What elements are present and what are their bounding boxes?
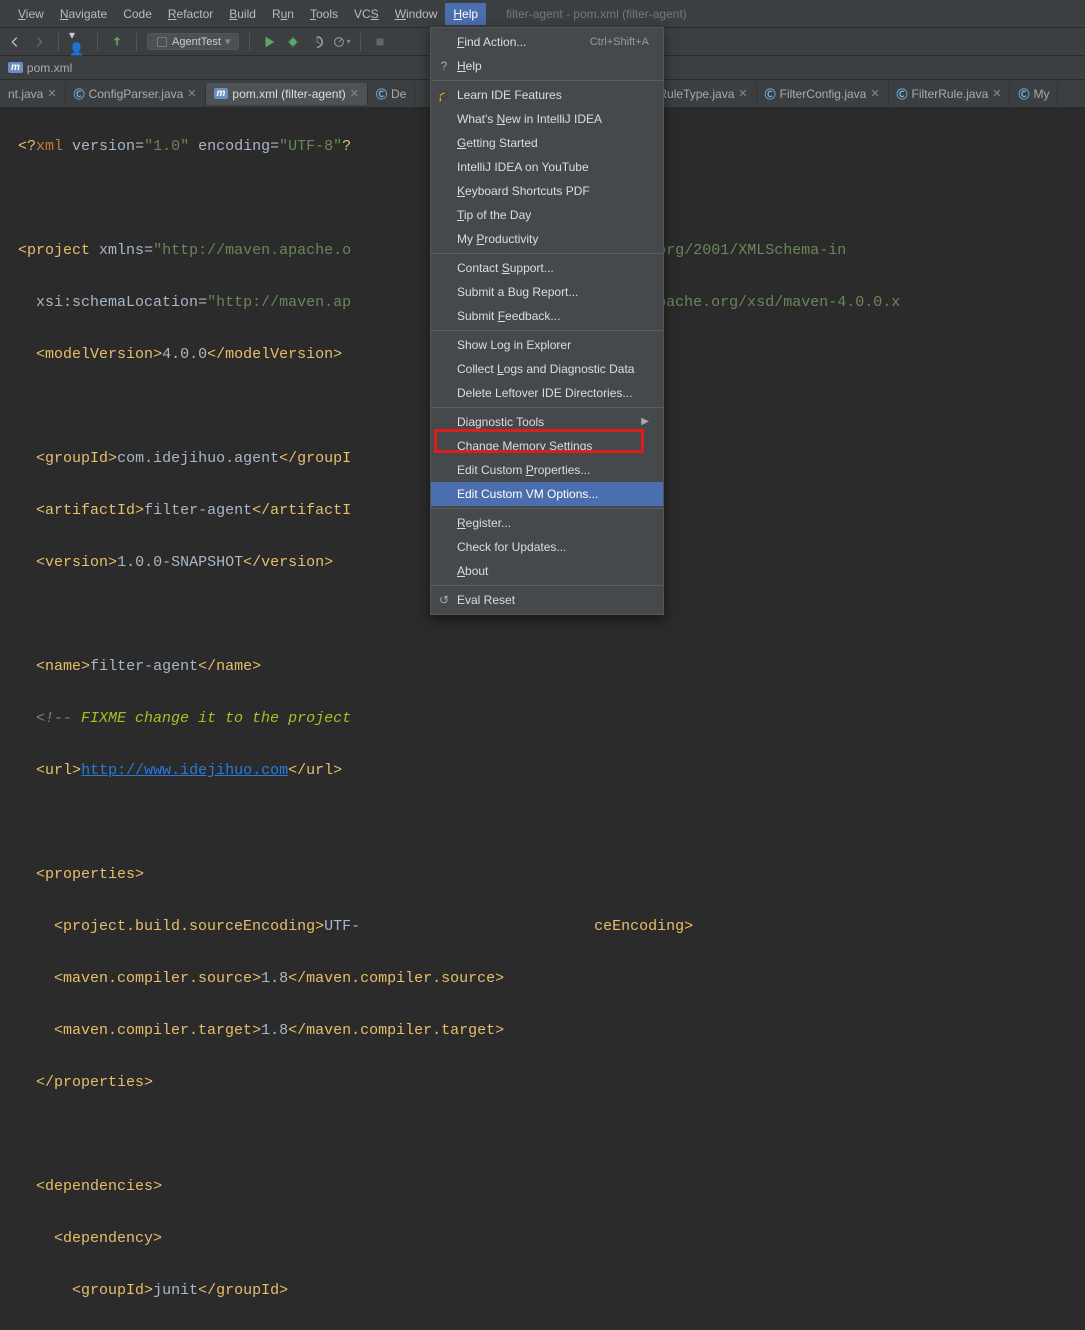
- add-icon[interactable]: ▾👤: [69, 33, 87, 51]
- tab-nt[interactable]: nt.java✕: [0, 83, 66, 105]
- maven-icon: m: [214, 88, 229, 99]
- coverage-icon[interactable]: [308, 33, 326, 51]
- nav-fwd-icon[interactable]: [30, 33, 48, 51]
- debug-icon[interactable]: [284, 33, 302, 51]
- java-icon: Ⓒ: [765, 86, 776, 102]
- menu-item[interactable]: Tip of the Day: [431, 203, 663, 227]
- java-icon: Ⓒ: [376, 86, 387, 102]
- menu-item[interactable]: Change Memory Settings: [431, 434, 663, 458]
- menu-item[interactable]: Check for Updates...: [431, 535, 663, 559]
- menu-item[interactable]: Contact Support...: [431, 256, 663, 280]
- close-icon[interactable]: ✕: [992, 87, 1001, 100]
- run-config-label: AgentTest: [172, 36, 221, 48]
- menu-window[interactable]: Window: [387, 3, 446, 25]
- close-icon[interactable]: ✕: [350, 87, 359, 100]
- menu-view[interactable]: View: [10, 3, 52, 25]
- menu-item[interactable]: Find Action...Ctrl+Shift+A: [431, 30, 663, 54]
- menu-item[interactable]: ↺Eval Reset: [431, 588, 663, 612]
- tab-de[interactable]: ⒸDe: [368, 82, 415, 106]
- breadcrumb-file[interactable]: pom.xml: [27, 61, 72, 75]
- menu-vcs[interactable]: VCS: [346, 3, 387, 25]
- tab-filterconfig[interactable]: ⒸFilterConfig.java✕: [757, 82, 889, 106]
- tab-filterrule[interactable]: ⒸFilterRule.java✕: [889, 82, 1011, 106]
- tab-ruletype[interactable]: RuleType.java✕: [650, 83, 756, 105]
- menu-item[interactable]: Collect Logs and Diagnostic Data: [431, 357, 663, 381]
- tab-my[interactable]: ⒸMy: [1010, 82, 1058, 106]
- menu-help[interactable]: Help: [445, 3, 486, 25]
- menu-item[interactable]: Getting Started: [431, 131, 663, 155]
- menu-item[interactable]: Submit a Bug Report...: [431, 280, 663, 304]
- menu-item[interactable]: ?Help: [431, 54, 663, 78]
- help-dropdown: Find Action...Ctrl+Shift+A?Help 🎓Learn ID…: [430, 27, 664, 615]
- menu-code[interactable]: Code: [115, 3, 160, 25]
- java-icon: Ⓒ: [74, 86, 85, 102]
- close-icon[interactable]: ✕: [738, 87, 747, 100]
- run-icon[interactable]: [260, 33, 278, 51]
- stop-icon[interactable]: [371, 33, 389, 51]
- menu-refactor[interactable]: Refactor: [160, 3, 221, 25]
- menu-item[interactable]: Delete Leftover IDE Directories...: [431, 381, 663, 405]
- tab-pom[interactable]: mpom.xml (filter-agent)✕: [206, 83, 369, 105]
- tab-configparser[interactable]: ⒸConfigParser.java✕: [66, 82, 206, 106]
- maven-icon: m: [8, 62, 23, 73]
- menu-item[interactable]: Edit Custom VM Options...: [431, 482, 663, 506]
- menu-item[interactable]: Keyboard Shortcuts PDF: [431, 179, 663, 203]
- vcs-update-icon[interactable]: [108, 33, 126, 51]
- menu-item[interactable]: Diagnostic Tools▶: [431, 410, 663, 434]
- window-title: filter-agent - pom.xml (filter-agent): [506, 7, 687, 21]
- menu-item[interactable]: IntelliJ IDEA on YouTube: [431, 155, 663, 179]
- nav-back-icon[interactable]: [6, 33, 24, 51]
- menu-item[interactable]: 🎓Learn IDE Features: [431, 83, 663, 107]
- java-icon: Ⓒ: [1018, 86, 1029, 102]
- menu-run[interactable]: Run: [264, 3, 302, 25]
- menu-item[interactable]: What's New in IntelliJ IDEA: [431, 107, 663, 131]
- menubar: View Navigate Code Refactor Build Run To…: [0, 0, 1085, 28]
- menu-item[interactable]: Show Log in Explorer: [431, 333, 663, 357]
- profile-icon[interactable]: ▾: [332, 33, 350, 51]
- close-icon[interactable]: ✕: [870, 87, 879, 100]
- close-icon[interactable]: ✕: [47, 87, 56, 100]
- menu-tools[interactable]: Tools: [302, 3, 346, 25]
- java-icon: Ⓒ: [897, 86, 908, 102]
- run-config-selector[interactable]: AgentTest ▾: [147, 33, 239, 50]
- menu-item[interactable]: Edit Custom Properties...: [431, 458, 663, 482]
- menu-item[interactable]: About: [431, 559, 663, 583]
- menu-build[interactable]: Build: [221, 3, 264, 25]
- menu-item[interactable]: Submit Feedback...: [431, 304, 663, 328]
- menu-item[interactable]: My Productivity: [431, 227, 663, 251]
- close-icon[interactable]: ✕: [187, 87, 196, 100]
- menu-item[interactable]: Register...: [431, 511, 663, 535]
- menu-navigate[interactable]: Navigate: [52, 3, 115, 25]
